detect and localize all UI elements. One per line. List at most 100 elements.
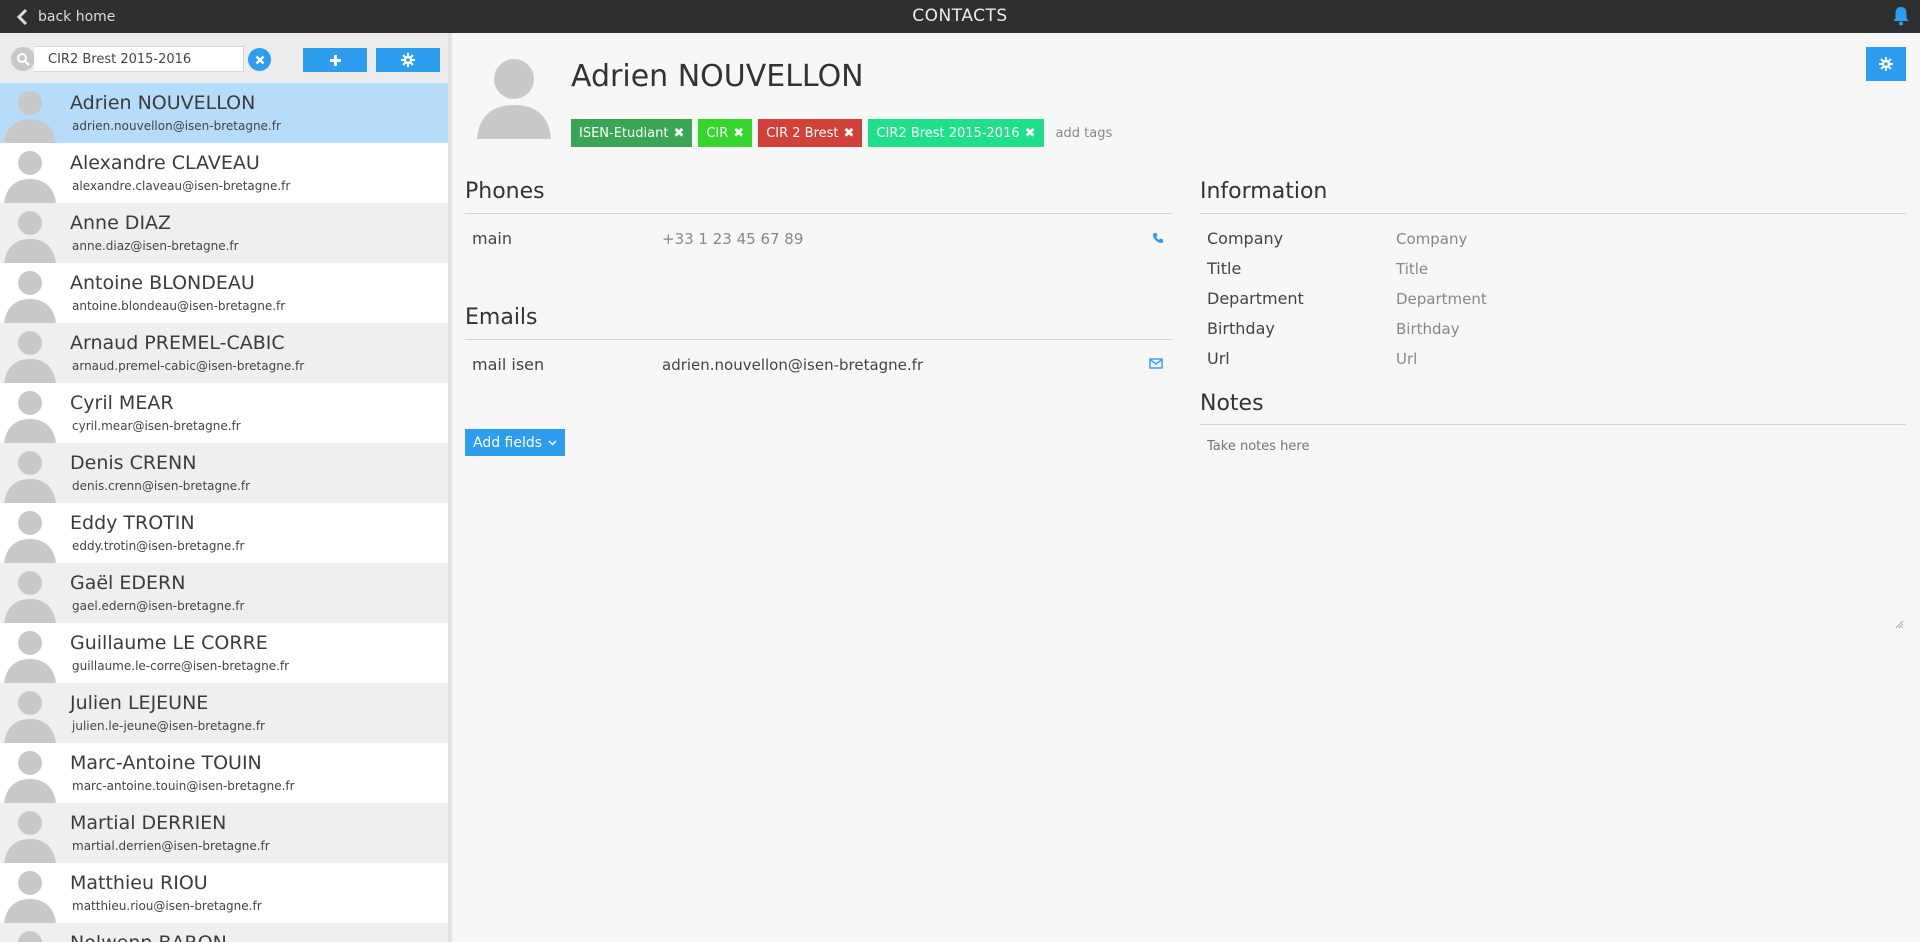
- avatar: [4, 691, 56, 743]
- contact-row[interactable]: Marc-Antoine TOUIN marc-antoine.touin@is…: [0, 743, 448, 803]
- avatar: [4, 91, 56, 143]
- contact-row[interactable]: Cyril MEAR cyril.mear@isen-bretagne.fr: [0, 383, 448, 443]
- close-icon: [255, 55, 264, 64]
- remove-tag-icon[interactable]: ✖: [673, 126, 684, 141]
- contact-name: Denis CRENN: [70, 452, 197, 474]
- contacts-sidebar: Adrien NOUVELLON adrien.nouvellon@isen-b…: [0, 33, 452, 942]
- title-label: Title: [1207, 259, 1242, 278]
- notes-heading: Notes: [1200, 391, 1264, 416]
- avatar: [4, 571, 56, 623]
- notes-textarea[interactable]: [1207, 439, 1913, 611]
- avatar: [4, 811, 56, 863]
- tag[interactable]: CIR 2 Brest ✖: [758, 119, 863, 147]
- url-field[interactable]: Url: [1396, 350, 1417, 368]
- search-input[interactable]: [34, 46, 244, 72]
- contact-row[interactable]: Nolwenn BARON: [0, 923, 448, 942]
- avatar: [4, 211, 56, 263]
- gear-icon: [401, 53, 415, 67]
- contact-email: eddy.trotin@isen-bretagne.fr: [72, 539, 245, 553]
- contact-email: cyril.mear@isen-bretagne.fr: [72, 419, 241, 433]
- add-fields-button[interactable]: Add fields: [465, 429, 566, 456]
- avatar: [4, 331, 56, 383]
- phones-divider: [465, 213, 1172, 214]
- envelope-icon[interactable]: [1149, 358, 1163, 369]
- contact-email: julien.le-jeune@isen-bretagne.fr: [72, 719, 265, 733]
- birthday-field[interactable]: Birthday: [1396, 320, 1460, 338]
- contact-row[interactable]: Antoine BLONDEAU antoine.blondeau@isen-b…: [0, 263, 448, 323]
- phone-value[interactable]: +33 1 23 45 67 89: [662, 230, 803, 248]
- tag-label: CIR: [706, 125, 729, 141]
- list-settings-button[interactable]: [376, 48, 440, 72]
- chevron-down-icon: [548, 439, 557, 446]
- contact-email: matthieu.riou@isen-bretagne.fr: [72, 899, 262, 913]
- contact-name: Guillaume LE CORRE: [70, 632, 268, 654]
- contact-row[interactable]: Alexandre CLAVEAU alexandre.claveau@isen…: [0, 143, 448, 203]
- avatar: [4, 871, 56, 923]
- contact-email: marc-antoine.touin@isen-bretagne.fr: [72, 779, 295, 793]
- contact-row[interactable]: Anne DIAZ anne.diaz@isen-bretagne.fr: [0, 203, 448, 263]
- contact-name: Eddy TROTIN: [70, 512, 195, 534]
- contact-email: adrien.nouvellon@isen-bretagne.fr: [72, 119, 281, 133]
- contact-full-name[interactable]: Adrien NOUVELLON: [571, 59, 864, 94]
- add-contact-button[interactable]: [303, 48, 367, 72]
- contact-row[interactable]: Eddy TROTIN eddy.trotin@isen-bretagne.fr: [0, 503, 448, 563]
- contact-row[interactable]: Julien LEJEUNE julien.le-jeune@isen-bret…: [0, 683, 448, 743]
- contact-name: Anne DIAZ: [70, 212, 172, 234]
- contact-row[interactable]: Arnaud PREMEL-CABIC arnaud.premel-cabic@…: [0, 323, 448, 383]
- avatar: [4, 631, 56, 683]
- company-field[interactable]: Company: [1396, 230, 1467, 248]
- contact-email: gael.edern@isen-bretagne.fr: [72, 599, 245, 613]
- phones-heading: Phones: [465, 179, 545, 204]
- contact-row[interactable]: Guillaume LE CORRE guillaume.le-corre@is…: [0, 623, 448, 683]
- contact-row[interactable]: Adrien NOUVELLON adrien.nouvellon@isen-b…: [0, 83, 448, 143]
- contact-name: Antoine BLONDEAU: [70, 272, 255, 294]
- add-tags-input[interactable]: add tags: [1056, 126, 1113, 141]
- tag[interactable]: CIR ✖: [698, 119, 753, 147]
- remove-tag-icon[interactable]: ✖: [1025, 126, 1036, 141]
- avatar: [18, 931, 42, 942]
- contact-settings-button[interactable]: [1866, 47, 1906, 81]
- contact-row[interactable]: Denis CRENN denis.crenn@isen-bretagne.fr: [0, 443, 448, 503]
- contact-name: Cyril MEAR: [70, 392, 174, 414]
- contact-name: Matthieu RIOU: [70, 872, 208, 894]
- tag-list: ISEN-Etudiant ✖ CIR ✖ CIR 2 Brest ✖ CIR2…: [571, 119, 1112, 147]
- title-field[interactable]: Title: [1396, 260, 1428, 278]
- tag-label: CIR 2 Brest: [766, 125, 839, 141]
- bell-icon[interactable]: [1892, 6, 1910, 26]
- contact-email: arnaud.premel-cabic@isen-bretagne.fr: [72, 359, 305, 373]
- resize-grip-icon[interactable]: [1894, 619, 1904, 629]
- top-bar: back home CONTACTS: [0, 0, 1920, 33]
- avatar: [4, 751, 56, 803]
- tag[interactable]: ISEN-Etudiant ✖: [571, 119, 693, 147]
- contact-row[interactable]: Gaël EDERN gael.edern@isen-bretagne.fr: [0, 563, 448, 623]
- remove-tag-icon[interactable]: ✖: [733, 126, 744, 141]
- notes-divider: [1200, 424, 1906, 425]
- contact-name: Alexandre CLAVEAU: [70, 152, 260, 174]
- gear-icon: [1879, 57, 1893, 71]
- tag[interactable]: CIR2 Brest 2015-2016 ✖: [868, 119, 1044, 147]
- add-fields-label: Add fields: [473, 434, 543, 451]
- search-icon: [11, 47, 35, 71]
- avatar: [4, 511, 56, 563]
- email-value[interactable]: adrien.nouvellon@isen-bretagne.fr: [662, 356, 923, 374]
- email-label[interactable]: mail isen: [472, 355, 544, 374]
- phone-label[interactable]: main: [472, 229, 512, 248]
- contact-row[interactable]: Martial DERRIEN martial.derrien@isen-bre…: [0, 803, 448, 863]
- search-bar: [0, 33, 448, 83]
- information-heading: Information: [1200, 179, 1328, 204]
- contact-list: Adrien NOUVELLON adrien.nouvellon@isen-b…: [0, 83, 448, 942]
- department-field[interactable]: Department: [1396, 290, 1487, 308]
- contact-detail: Adrien NOUVELLON ISEN-Etudiant ✖ CIR ✖ C…: [452, 33, 1920, 942]
- contact-row[interactable]: Matthieu RIOU matthieu.riou@isen-bretagn…: [0, 863, 448, 923]
- avatar: [4, 451, 56, 503]
- contact-name: Julien LEJEUNE: [70, 692, 209, 714]
- contact-email: denis.crenn@isen-bretagne.fr: [72, 479, 251, 493]
- avatar: [4, 151, 56, 203]
- remove-tag-icon[interactable]: ✖: [844, 126, 855, 141]
- phone-icon[interactable]: [1152, 232, 1164, 244]
- contact-avatar[interactable]: [475, 49, 553, 139]
- clear-search-button[interactable]: [248, 48, 271, 71]
- birthday-label: Birthday: [1207, 319, 1275, 338]
- contact-email: alexandre.claveau@isen-bretagne.fr: [72, 179, 291, 193]
- contact-name: Martial DERRIEN: [70, 812, 227, 834]
